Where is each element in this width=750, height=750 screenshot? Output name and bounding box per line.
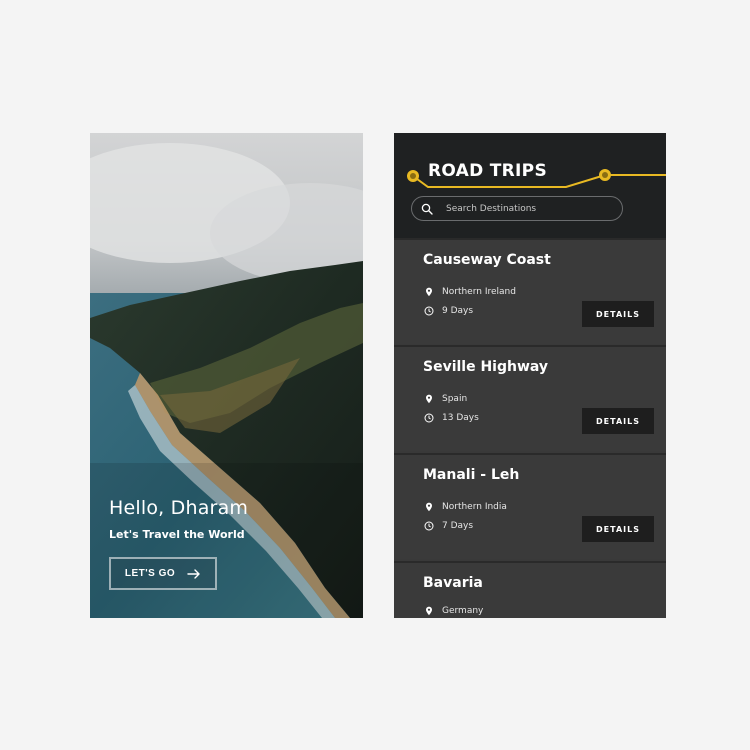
page-title: ROAD TRIPS <box>428 161 547 181</box>
trip-location: Northern Ireland <box>424 287 516 297</box>
trip-location-text: Northern India <box>442 502 507 512</box>
trip-name: Bavaria <box>423 575 483 591</box>
clock-icon <box>424 413 434 423</box>
arrow-right-icon <box>187 568 200 579</box>
greeting-heading: Hello, Dharam <box>109 497 249 519</box>
trip-duration: 9 Days <box>424 306 473 316</box>
details-button[interactable]: DETAILS <box>582 408 654 434</box>
road-trips-header: ROAD TRIPS <box>394 133 666 238</box>
trip-location: Germany <box>424 606 483 616</box>
trip-card: Seville Highway Spain 13 Days DETAILS <box>394 345 666 451</box>
clock-icon <box>424 521 434 531</box>
trip-location-text: Spain <box>442 394 468 404</box>
trip-card: Manali - Leh Northern India 7 Days DETAI… <box>394 453 666 559</box>
search-input[interactable] <box>446 203 606 214</box>
search-icon <box>421 203 433 215</box>
tagline-text: Let's Travel the World <box>109 528 245 541</box>
trip-location-text: Germany <box>442 606 484 616</box>
trip-location: Northern India <box>424 502 507 512</box>
trip-duration: 13 Days <box>424 413 479 423</box>
trip-name: Seville Highway <box>423 359 549 375</box>
welcome-screen: Hello, Dharam Let's Travel the World LET… <box>90 133 363 618</box>
road-trips-screen: ROAD TRIPS Causeway Coast Northern Irela… <box>394 133 666 618</box>
trip-card: Causeway Coast Northern Ireland 9 Days D… <box>394 238 666 344</box>
trip-name: Manali - Leh <box>423 467 520 483</box>
coastline-photo <box>90 133 363 618</box>
trip-card: Bavaria Germany <box>394 561 666 618</box>
trip-duration: 7 Days <box>424 521 473 531</box>
trip-name: Causeway Coast <box>423 252 551 268</box>
lets-go-button[interactable]: LET'S GO <box>109 557 217 590</box>
search-bar[interactable] <box>411 196 623 221</box>
trip-location-text: Northern Ireland <box>442 287 516 297</box>
trip-duration-text: 9 Days <box>442 306 474 316</box>
details-button[interactable]: DETAILS <box>582 301 654 327</box>
details-button[interactable]: DETAILS <box>582 516 654 542</box>
location-pin-icon <box>426 287 432 297</box>
location-pin-icon <box>426 394 432 404</box>
trip-location: Spain <box>424 394 467 404</box>
clock-icon <box>424 306 434 316</box>
trip-duration-text: 13 Days <box>442 413 479 423</box>
lets-go-label: LET'S GO <box>124 568 176 579</box>
location-pin-icon <box>426 606 432 616</box>
route-line-icon <box>407 169 666 188</box>
trip-duration-text: 7 Days <box>442 521 474 531</box>
location-pin-icon <box>426 502 432 512</box>
